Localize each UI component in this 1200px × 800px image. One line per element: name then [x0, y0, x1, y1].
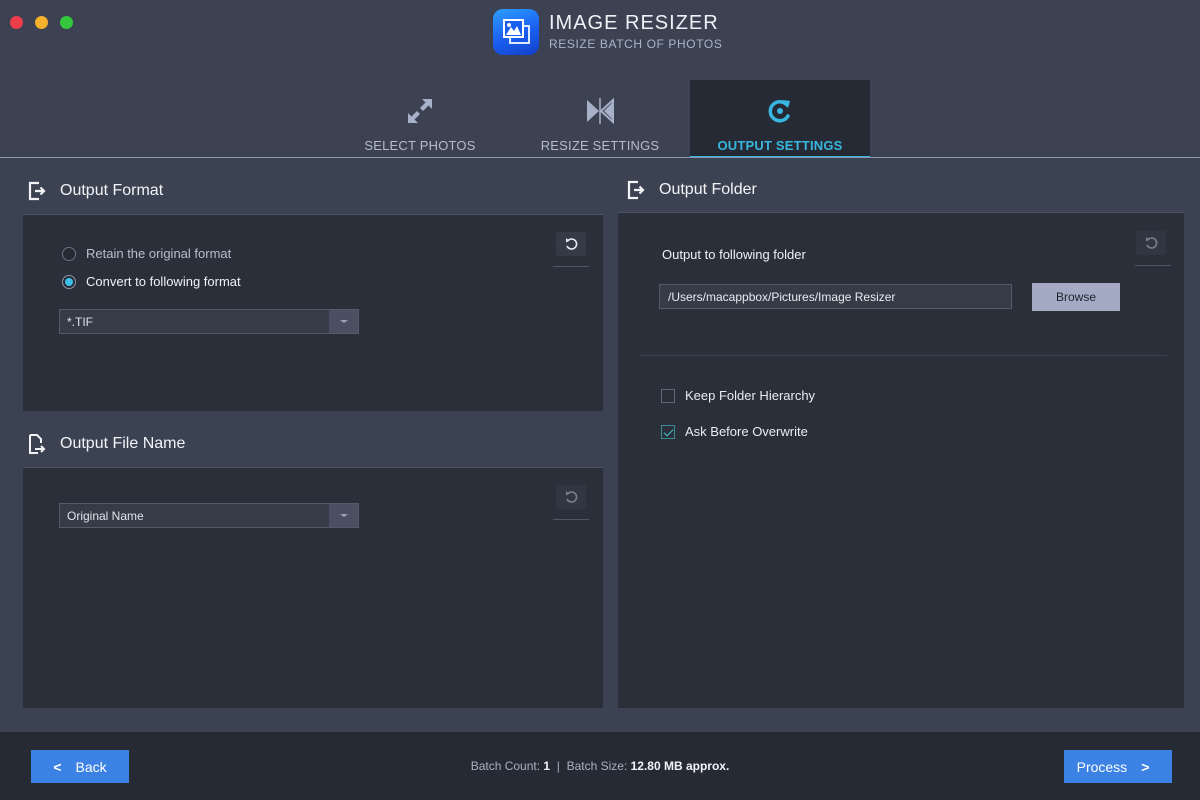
expand-arrows-icon [406, 96, 434, 126]
minimize-window-button[interactable] [35, 16, 48, 29]
output-folder-path-input[interactable]: /Users/macappbox/Pictures/Image Resizer [659, 284, 1012, 309]
batch-count-label: Batch Count: [470, 759, 541, 773]
batch-size-value: 12.80 MB approx. [630, 759, 730, 773]
batch-count-value: 1 [543, 759, 551, 773]
header-divider [0, 157, 1200, 158]
app-title: IMAGE RESIZER [549, 12, 719, 34]
tab-label: OUTPUT SETTINGS [717, 138, 843, 153]
reset-folder-button[interactable] [1136, 231, 1166, 255]
app-header: IMAGE RESIZER RESIZE BATCH OF PHOTOS SEL… [0, 0, 1200, 158]
reset-underline [553, 266, 589, 267]
checkbox[interactable] [661, 388, 675, 403]
output-folder-heading: Output Folder [627, 180, 757, 200]
app-subtitle: RESIZE BATCH OF PHOTOS [549, 37, 723, 51]
tab-select-photos[interactable]: SELECT PHOTOS [330, 80, 510, 158]
browse-button[interactable]: Browse [1032, 283, 1120, 311]
output-cycle-icon [766, 96, 794, 126]
checkbox-keep-folder-hierarchy[interactable]: Keep Folder Hierarchy [661, 388, 815, 403]
tab-label: RESIZE SETTINGS [540, 138, 660, 153]
reset-icon [566, 491, 578, 503]
export-icon [28, 181, 46, 201]
close-window-button[interactable] [10, 16, 23, 29]
radio-button[interactable] [62, 274, 76, 289]
export-icon [627, 180, 645, 200]
output-format-heading: Output Format [28, 181, 163, 201]
radio-label: Convert to following format [86, 274, 241, 289]
format-select-value: *.TIF [67, 314, 93, 329]
process-button[interactable]: Process > [1064, 750, 1172, 783]
file-export-icon [29, 434, 46, 454]
file-name-select[interactable]: Original Name [59, 503, 359, 528]
radio-button[interactable] [62, 246, 76, 261]
radio-convert-format[interactable]: Convert to following format [62, 274, 241, 289]
checkbox-ask-before-overwrite[interactable]: Ask Before Overwrite [661, 424, 808, 439]
format-select[interactable]: *.TIF [59, 309, 359, 334]
file-name-select-value: Original Name [67, 508, 144, 523]
chevron-right-icon: > [1141, 758, 1150, 775]
status-separator: | [556, 759, 560, 773]
output-folder-label: Output to following folder [662, 247, 806, 262]
reset-underline [553, 519, 589, 520]
tab-label: SELECT PHOTOS [364, 138, 476, 153]
chevron-down-icon[interactable] [329, 504, 358, 527]
window-controls [10, 16, 73, 29]
output-file-name-heading: Output File Name [28, 434, 185, 454]
tab-resize-settings[interactable]: RESIZE SETTINGS [510, 80, 690, 158]
output-file-name-title: Output File Name [60, 435, 186, 452]
output-format-title: Output Format [60, 182, 164, 199]
reset-underline [1135, 265, 1171, 266]
maximize-window-button[interactable] [60, 16, 73, 29]
reset-format-button[interactable] [556, 232, 586, 256]
resize-bowtie-icon [585, 96, 615, 126]
reset-icon [1146, 237, 1158, 249]
checkbox-label: Keep Folder Hierarchy [685, 388, 816, 403]
radio-label: Retain the original format [86, 246, 232, 261]
step-tabs: SELECT PHOTOS RESIZE SETTINGS OUTPUT SET… [330, 80, 870, 158]
folder-divider [640, 355, 1167, 356]
checkbox[interactable] [661, 424, 675, 439]
checkbox-label: Ask Before Overwrite [685, 424, 808, 439]
photos-stack-icon [493, 9, 539, 55]
reset-icon [566, 238, 578, 250]
tab-output-settings[interactable]: OUTPUT SETTINGS [690, 80, 870, 158]
brand: IMAGE RESIZER RESIZE BATCH OF PHOTOS [493, 9, 722, 55]
output-folder-title: Output Folder [659, 181, 757, 198]
radio-retain-format[interactable]: Retain the original format [62, 246, 231, 261]
process-label: Process [1076, 758, 1128, 775]
batch-status: Batch Count: 1 | Batch Size: 12.80 MB ap… [0, 759, 1200, 773]
reset-file-name-button[interactable] [556, 485, 586, 509]
batch-size-label: Batch Size: [566, 759, 628, 773]
chevron-down-icon[interactable] [329, 310, 358, 333]
